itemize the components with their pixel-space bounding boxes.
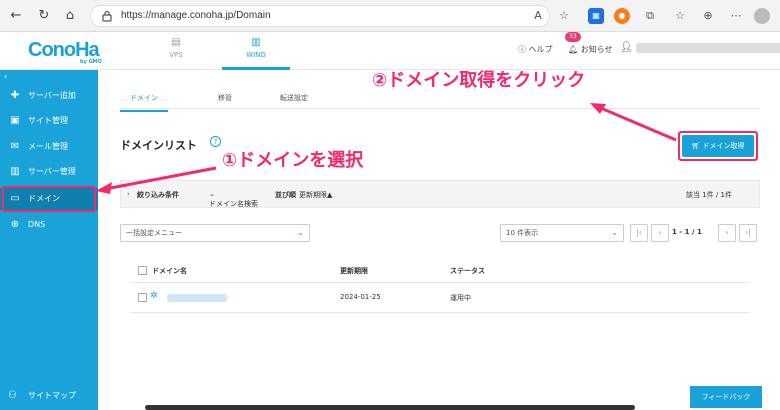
notice-link[interactable]: 🔔︎ お知らせ [568, 44, 613, 55]
sidebar-item-label: サイト管理 [28, 116, 68, 125]
chevron-down-icon: ⌄ [297, 228, 304, 237]
tab-wing-label: WING [246, 51, 266, 59]
filter-label[interactable]: 絞り込み条件 [137, 190, 179, 200]
table-divider [130, 312, 750, 313]
home-icon[interactable]: ⌂ [62, 8, 78, 24]
page-title: ドメインリスト [120, 139, 197, 152]
tab-vps[interactable]: ▤ VPS [146, 36, 206, 70]
status-text: 運用中 [450, 294, 471, 302]
sidebar-item-mail[interactable]: ✉ メール管理 [0, 136, 98, 158]
sort-value[interactable]: 更新期限▲ [299, 190, 332, 200]
tab-vps-label: VPS [169, 51, 183, 59]
sidebar-item-label: サーバー管理 [28, 167, 76, 176]
back-icon[interactable]: ← [8, 8, 24, 24]
sidebar-item-label: DNS [28, 220, 46, 229]
site-icon: ▣ [10, 115, 20, 126]
column-header-domain[interactable]: ドメイン名 [152, 266, 187, 276]
prev-page-button[interactable]: ‹ [651, 224, 669, 242]
extension-icon[interactable]: ▦ [588, 8, 604, 24]
collapse-icon[interactable]: ‹ [4, 72, 7, 81]
domain-search[interactable]: ドメイン名検索 ⌄ [209, 190, 258, 208]
plus-icon: ✚ [10, 90, 20, 101]
user-name-blurred[interactable] [636, 43, 780, 53]
arrow-head-1 [96, 182, 112, 194]
tab-divider [120, 108, 760, 109]
address-bar[interactable]: https://manage.conoha.jp/Domain [90, 5, 550, 27]
highlight-domain-sidebar [2, 186, 96, 212]
per-page-value: 10 件表示 [506, 229, 539, 237]
browser-toolbar: ← ↻ ⌂ https://manage.conoha.jp/Domain A … [0, 0, 780, 32]
refresh-icon[interactable]: ↻ [36, 8, 52, 24]
feedback-button[interactable]: フィードバック [690, 386, 762, 408]
collections-icon[interactable]: ⊕ [700, 8, 716, 24]
help-label: ヘルプ [528, 45, 553, 54]
arrow-line-2 [595, 104, 677, 142]
wing-icon: ▥ [251, 37, 261, 48]
read-aloud-icon[interactable]: A [530, 8, 546, 24]
first-page-button[interactable]: |‹ [630, 224, 648, 242]
sidebar-item-site[interactable]: ▣ サイト管理 [0, 110, 98, 132]
domain-search-label: ドメイン名検索 [209, 200, 258, 208]
extensions-icon[interactable]: ⧉ [642, 8, 658, 24]
app-header: ConoHa by GMO ▤ VPS ▥ WING ⓘ ヘルプ 33 🔔︎ お… [0, 32, 780, 70]
help-link[interactable]: ⓘ ヘルプ [518, 44, 553, 55]
column-header-expiry[interactable]: 更新期限 [340, 266, 368, 276]
sidebar-item-label: サーバー追加 [28, 91, 76, 100]
globe-icon: ⊕ [10, 219, 20, 230]
bulk-menu-value: 一括設定メニュー [126, 229, 182, 237]
next-page-button[interactable]: › [718, 224, 736, 242]
mail-icon: ✉ [10, 141, 20, 152]
menu-icon[interactable]: ⋯ [728, 8, 744, 24]
favorites-icon[interactable]: ☆ [672, 8, 688, 24]
url-text: https://manage.conoha.jp/Domain [121, 10, 271, 21]
result-count: 該当 1件 / 1件 [686, 191, 732, 199]
sitemap-link[interactable]: ⚇ サイトマップ [0, 386, 98, 410]
server-icon: ▤ [171, 37, 181, 48]
favorite-add-icon[interactable]: ☆ [556, 8, 572, 24]
table-divider [130, 282, 750, 283]
taskbar-strip [145, 405, 635, 410]
domain-name-blurred[interactable] [167, 294, 227, 302]
sort-label: 並び順 [275, 191, 296, 199]
sidebar-item-label: メール管理 [28, 142, 68, 151]
user-icon[interactable]: 👤︎ [620, 42, 633, 53]
logo-sub: by GMO [80, 59, 102, 65]
chevron-down-icon: ⌄ [611, 228, 618, 237]
sidebar-item-server[interactable]: ▥ サーバー管理 [0, 161, 98, 183]
bell-icon: 🔔︎ [568, 45, 579, 54]
chevron-right-icon[interactable]: › [127, 190, 130, 198]
row-checkbox[interactable] [138, 293, 147, 302]
expiry-date: 2024-01-25 [340, 293, 381, 301]
lock-icon [102, 10, 112, 22]
annotation-step1: ①ドメインを選択 [222, 150, 364, 171]
column-header-status[interactable]: ステータス [450, 266, 485, 276]
sitemap-label: サイトマップ [28, 391, 76, 400]
select-all-checkbox[interactable] [138, 266, 147, 275]
tab-wing[interactable]: ▥ WING [222, 36, 290, 70]
filter-bar: › 絞り込み条件 ドメイン名検索 ⌄ 並び順 更新期限▲ 該当 1件 / 1件 [120, 180, 760, 208]
help-icon: ⓘ [518, 45, 526, 54]
server-icon: ▥ [10, 166, 20, 177]
pagination-text: 1 - 1 / 1 [672, 228, 702, 236]
per-page-select[interactable]: 10 件表示 ⌄ [500, 224, 624, 242]
sidebar-item-add-server[interactable]: ✚ サーバー追加 [0, 85, 98, 107]
sidebar-item-dns[interactable]: ⊕ DNS [0, 214, 98, 236]
bulk-menu-select[interactable]: 一括設定メニュー ⌄ [120, 224, 310, 242]
highlight-get-domain [678, 131, 758, 161]
profile-avatar[interactable] [754, 8, 770, 24]
notice-label: お知らせ [580, 45, 613, 54]
help-question-icon[interactable]: ? [210, 136, 221, 147]
gear-icon[interactable]: ✲ [150, 291, 158, 301]
extension-orange-icon[interactable]: ● [614, 8, 630, 24]
sitemap-icon: ⚇ [8, 390, 17, 401]
last-page-button[interactable]: ›| [739, 224, 757, 242]
annotation-step2: ②ドメイン取得をクリック [372, 70, 586, 91]
notification-badge: 33 [565, 32, 581, 42]
